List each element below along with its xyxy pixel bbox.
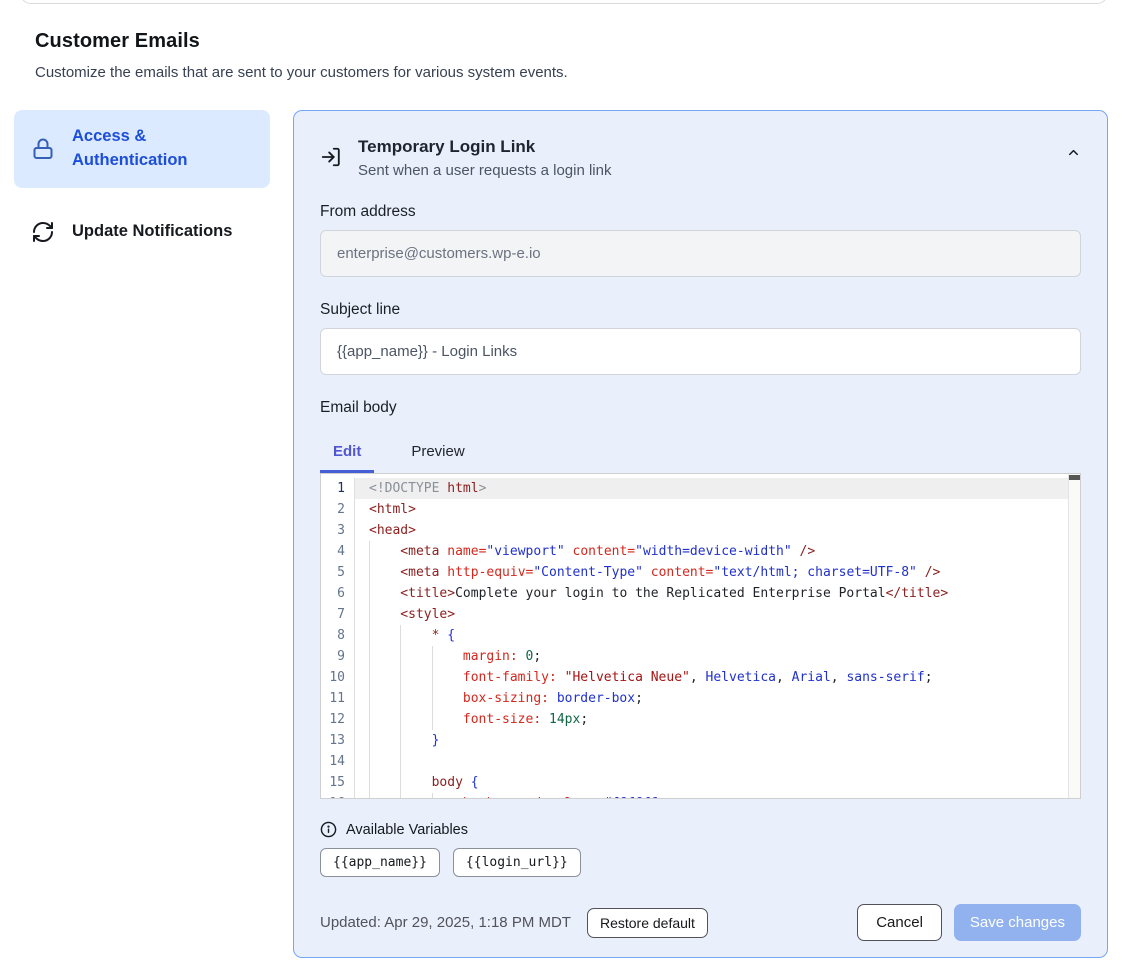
variable-chip-login-url[interactable]: {{login_url}} [453, 848, 581, 877]
updated-timestamp: Updated: Apr 29, 2025, 1:18 PM MDT [320, 914, 571, 931]
panel-footer: Updated: Apr 29, 2025, 1:18 PM MDT Resto… [320, 904, 1081, 941]
from-address-label: From address [320, 203, 1081, 221]
customer-emails-page: Customer Emails Customize the emails tha… [0, 0, 1128, 980]
tab-preview[interactable]: Preview [398, 434, 477, 473]
sidebar-item-label: Update Notifications [72, 220, 232, 244]
panel-title: Temporary Login Link [358, 137, 611, 157]
cancel-button[interactable]: Cancel [857, 904, 942, 941]
variable-chips: {{app_name}} {{login_url}} [320, 848, 1081, 877]
sidebar-item-label: Access & Authentication [72, 125, 253, 173]
panel-header-text: Temporary Login Link Sent when a user re… [358, 137, 611, 179]
chevron-up-icon [1066, 145, 1081, 160]
panel-subtitle: Sent when a user requests a login link [358, 162, 611, 179]
log-in-icon [320, 146, 342, 168]
previous-card-edge [20, 0, 1108, 4]
save-changes-button[interactable]: Save changes [954, 904, 1081, 941]
page-header: Customer Emails Customize the emails tha… [35, 30, 935, 81]
page-subtitle: Customize the emails that are sent to yo… [35, 64, 935, 81]
available-variables-label: Available Variables [346, 822, 468, 838]
editor-scrollbar[interactable] [1068, 474, 1080, 798]
sidebar: Access & Authentication Update Notificat… [14, 110, 270, 257]
code-editor[interactable]: 1<!DOCTYPE html>2<html>3<head>4<meta nam… [320, 473, 1081, 799]
code-area: 1<!DOCTYPE html>2<html>3<head>4<meta nam… [321, 478, 1080, 799]
email-settings-panel: Temporary Login Link Sent when a user re… [293, 110, 1108, 958]
refresh-icon [31, 220, 55, 244]
subject-line-input[interactable] [320, 328, 1081, 375]
restore-default-button[interactable]: Restore default [587, 908, 708, 938]
panel-header: Temporary Login Link Sent when a user re… [320, 137, 1081, 179]
subject-line-label: Subject line [320, 301, 1081, 319]
lock-icon [31, 137, 55, 161]
available-variables-header: Available Variables [320, 821, 1081, 838]
from-address-input [320, 230, 1081, 277]
sidebar-item-update-notifications[interactable]: Update Notifications [14, 207, 270, 257]
collapse-button[interactable] [1066, 145, 1081, 160]
email-body-label: Email body [320, 399, 1081, 417]
sidebar-item-access-authentication[interactable]: Access & Authentication [14, 110, 270, 188]
variable-chip-app-name[interactable]: {{app_name}} [320, 848, 440, 877]
scrollbar-thumb[interactable] [1069, 475, 1080, 480]
tab-edit[interactable]: Edit [320, 434, 374, 473]
email-body-tabs: Edit Preview [320, 434, 1081, 473]
info-icon [320, 821, 337, 838]
page-title: Customer Emails [35, 30, 935, 53]
